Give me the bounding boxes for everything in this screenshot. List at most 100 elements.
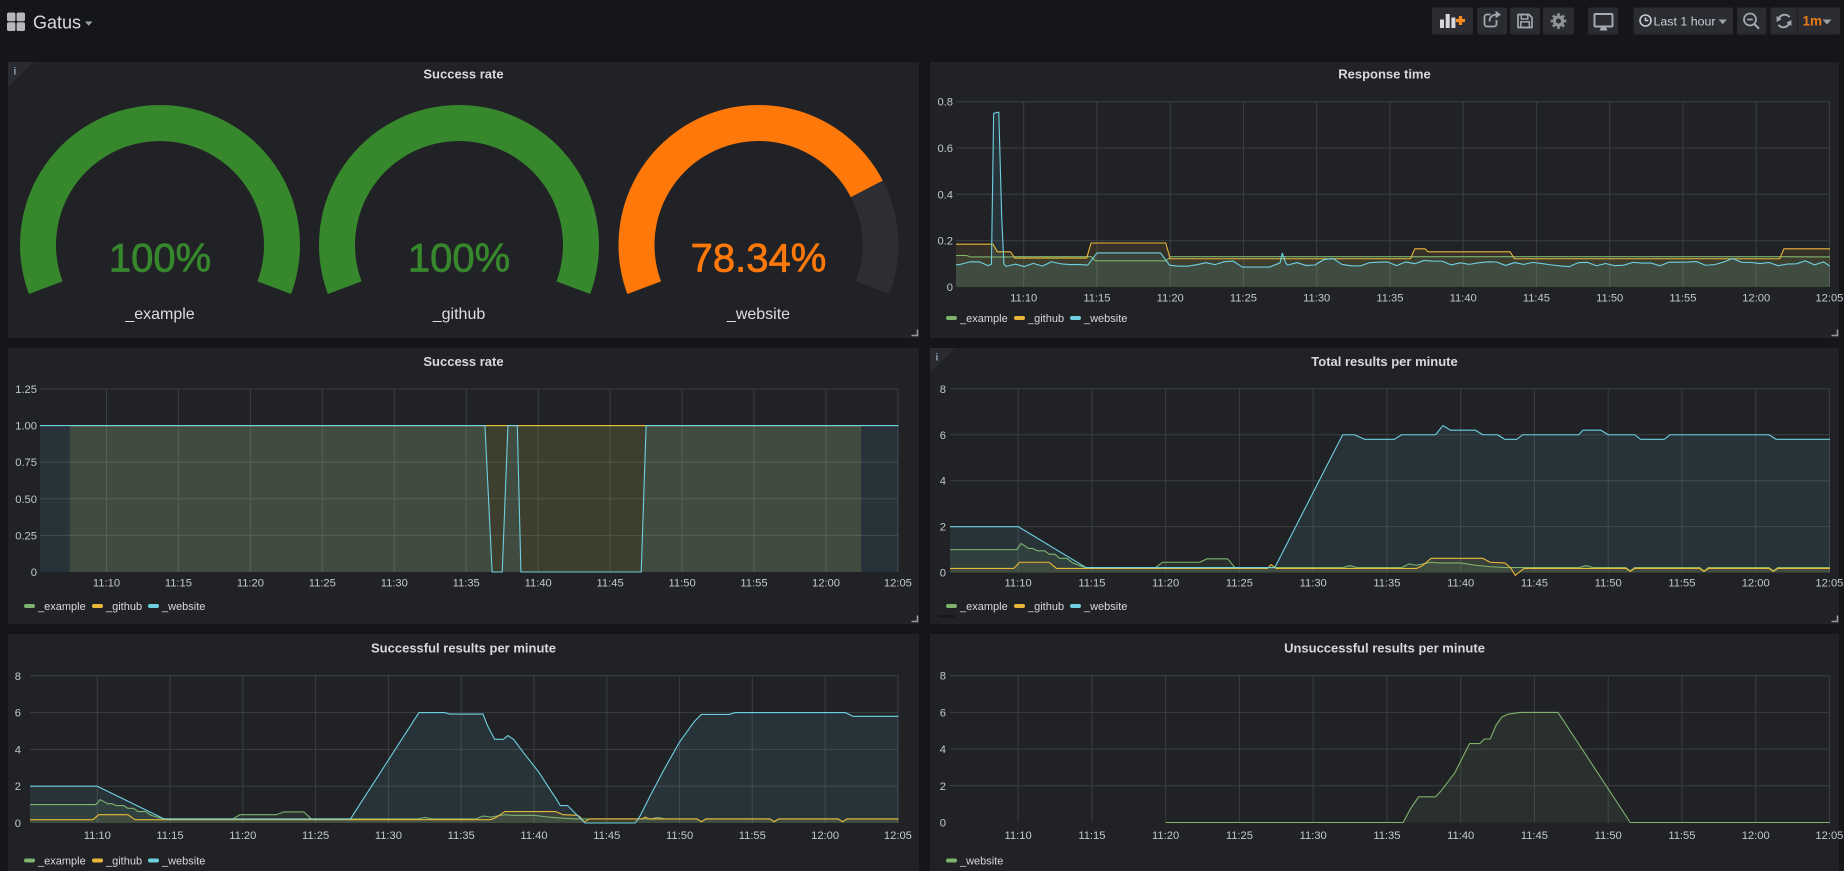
svg-text:11:20: 11:20 <box>1152 578 1179 590</box>
svg-text:0.8: 0.8 <box>937 97 953 109</box>
svg-text:_example: _example <box>37 856 86 868</box>
svg-text:11:20: 11:20 <box>1157 293 1184 305</box>
svg-text:11:40: 11:40 <box>1447 578 1474 590</box>
svg-text:11:30: 11:30 <box>1300 578 1327 590</box>
svg-text:11:30: 11:30 <box>1303 293 1330 305</box>
svg-text:11:25: 11:25 <box>1230 293 1257 305</box>
svg-text:_website: _website <box>959 856 1003 868</box>
svg-text:11:10: 11:10 <box>1005 578 1032 590</box>
svg-text:0: 0 <box>940 568 946 580</box>
svg-text:11:15: 11:15 <box>1078 830 1105 842</box>
svg-text:11:50: 11:50 <box>669 578 696 590</box>
svg-text:11:55: 11:55 <box>739 830 766 842</box>
svg-text:12:05: 12:05 <box>884 830 912 842</box>
svg-text:0: 0 <box>31 567 37 579</box>
svg-text:11:30: 11:30 <box>1300 830 1327 842</box>
svg-text:_website: _website <box>161 856 205 868</box>
svg-text:2: 2 <box>940 522 946 534</box>
svg-text:12:00: 12:00 <box>812 578 840 590</box>
svg-text:i: i <box>936 353 939 364</box>
svg-text:11:35: 11:35 <box>1376 293 1403 305</box>
svg-text:11:30: 11:30 <box>375 830 402 842</box>
svg-text:11:45: 11:45 <box>1523 293 1550 305</box>
svg-text:11:10: 11:10 <box>1005 830 1032 842</box>
svg-text:4: 4 <box>940 744 946 756</box>
svg-text:11:40: 11:40 <box>1447 830 1474 842</box>
svg-text:8: 8 <box>15 671 21 683</box>
svg-text:0.6: 0.6 <box>937 143 953 155</box>
svg-text:11:15: 11:15 <box>1083 293 1110 305</box>
svg-text:8: 8 <box>940 671 946 683</box>
svg-text:12:05: 12:05 <box>884 578 912 590</box>
svg-text:2: 2 <box>15 781 21 793</box>
svg-text:2: 2 <box>940 781 946 793</box>
svg-text:Success rate: Success rate <box>423 354 503 369</box>
svg-text:1.00: 1.00 <box>15 421 37 433</box>
svg-text:11:55: 11:55 <box>740 578 767 590</box>
svg-text:11:55: 11:55 <box>1668 830 1695 842</box>
svg-text:11:20: 11:20 <box>237 578 264 590</box>
svg-text:1.25: 1.25 <box>15 384 37 396</box>
svg-text:0.50: 0.50 <box>15 494 37 506</box>
svg-text:_example: _example <box>959 601 1008 613</box>
svg-text:Last 1 hour: Last 1 hour <box>1654 14 1716 28</box>
svg-text:_website: _website <box>1083 313 1127 325</box>
svg-text:12:00: 12:00 <box>811 830 839 842</box>
svg-text:Gatus: Gatus <box>33 13 81 33</box>
svg-text:12:05: 12:05 <box>1815 578 1843 590</box>
svg-text:8: 8 <box>940 384 946 396</box>
svg-text:12:05: 12:05 <box>1815 830 1843 842</box>
svg-text:11:40: 11:40 <box>520 830 547 842</box>
svg-text:11:35: 11:35 <box>448 830 475 842</box>
svg-text:12:00: 12:00 <box>1742 830 1770 842</box>
svg-text:Response time: Response time <box>1338 67 1430 82</box>
svg-text:6: 6 <box>15 708 21 720</box>
svg-text:_website: _website <box>1083 601 1127 613</box>
svg-text:_example: _example <box>959 313 1008 325</box>
svg-text:6: 6 <box>940 430 946 442</box>
svg-text:11:40: 11:40 <box>1450 293 1477 305</box>
svg-text:11:50: 11:50 <box>1595 830 1622 842</box>
svg-text:Successful results per minute: Successful results per minute <box>371 641 556 656</box>
svg-text:11:10: 11:10 <box>1010 293 1037 305</box>
svg-text:0: 0 <box>15 818 21 830</box>
svg-text:100%: 100% <box>408 237 510 281</box>
svg-text:11:45: 11:45 <box>1521 830 1548 842</box>
svg-text:11:10: 11:10 <box>93 578 120 590</box>
svg-text:11:10: 11:10 <box>84 830 111 842</box>
svg-text:11:15: 11:15 <box>156 830 183 842</box>
svg-text:11:25: 11:25 <box>302 830 329 842</box>
svg-text:11:40: 11:40 <box>525 578 552 590</box>
svg-text:_github: _github <box>105 856 142 868</box>
svg-text:_website: _website <box>161 601 205 613</box>
svg-text:11:15: 11:15 <box>1078 578 1105 590</box>
svg-text:_github: _github <box>1027 601 1064 613</box>
svg-text:11:25: 11:25 <box>1226 830 1253 842</box>
svg-text:11:35: 11:35 <box>453 578 480 590</box>
svg-text:11:25: 11:25 <box>309 578 336 590</box>
svg-text:Total results per minute: Total results per minute <box>1311 354 1457 369</box>
svg-text:Success rate: Success rate <box>423 67 503 82</box>
svg-text:78.34%: 78.34% <box>691 237 827 281</box>
svg-text:_example: _example <box>37 601 86 613</box>
svg-text:Unsuccessful results per minut: Unsuccessful results per minute <box>1284 641 1485 656</box>
svg-text:0.25: 0.25 <box>15 530 37 542</box>
svg-text:11:35: 11:35 <box>1373 578 1400 590</box>
svg-text:11:50: 11:50 <box>1595 578 1622 590</box>
svg-text:i: i <box>14 67 17 78</box>
svg-text:11:30: 11:30 <box>381 578 408 590</box>
svg-text:_github: _github <box>1027 313 1064 325</box>
svg-text:0: 0 <box>947 282 953 294</box>
svg-text:11:20: 11:20 <box>229 830 256 842</box>
svg-text:4: 4 <box>15 744 21 756</box>
svg-text:11:45: 11:45 <box>597 578 624 590</box>
svg-text:0: 0 <box>940 818 946 830</box>
svg-text:12:00: 12:00 <box>1742 578 1770 590</box>
svg-text:100%: 100% <box>109 237 211 281</box>
svg-text:0.4: 0.4 <box>937 189 953 201</box>
svg-text:_website: _website <box>726 306 790 323</box>
svg-text:0.2: 0.2 <box>937 236 953 248</box>
svg-text:11:55: 11:55 <box>1668 578 1695 590</box>
svg-text:0.75: 0.75 <box>15 457 37 469</box>
svg-text:6: 6 <box>940 707 946 719</box>
